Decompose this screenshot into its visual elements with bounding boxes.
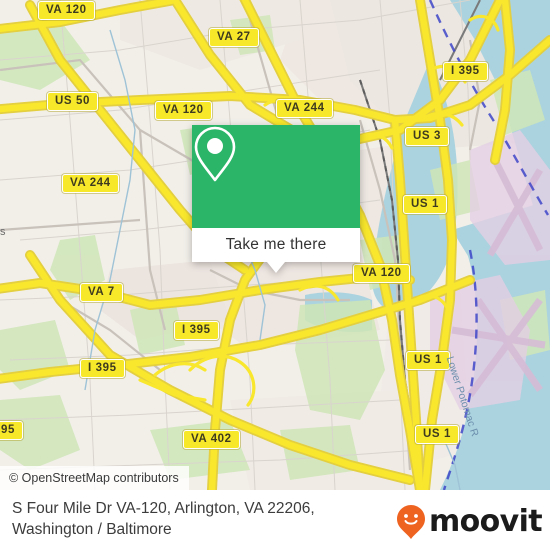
map-text-label: s: [0, 226, 6, 238]
road-shield: VA 244: [62, 174, 119, 193]
location-popup: Take me there: [192, 125, 360, 273]
footer-bar: S Four Mile Dr VA-120, Arlington, VA 222…: [0, 490, 550, 550]
road-shield: US 1: [415, 425, 459, 444]
popup-tail-pointer: [267, 262, 285, 273]
popup-image-area: [192, 125, 360, 228]
road-shield: VA 402: [183, 430, 240, 449]
road-shield: VA 27: [209, 28, 259, 47]
take-me-there-button[interactable]: Take me there: [226, 236, 327, 254]
map-canvas[interactable]: VA 120 VA 27 US 50 VA 120 VA 244 I 395 US 3 VA …: [0, 0, 550, 490]
road-shield: 395: [0, 421, 23, 440]
road-shield: US 3: [405, 127, 449, 146]
road-shield: I 395: [174, 321, 219, 340]
moovit-brand[interactable]: moovit: [396, 504, 543, 540]
road-shield: VA 120: [353, 264, 410, 283]
road-shield: US 1: [403, 195, 447, 214]
road-shield: VA 120: [38, 1, 95, 20]
road-shield: VA 120: [155, 101, 212, 120]
road-shield: I 395: [80, 359, 125, 378]
map-attribution[interactable]: © OpenStreetMap contributors: [0, 466, 189, 490]
road-shield: VA 244: [276, 99, 333, 118]
moovit-location-card: VA 120 VA 27 US 50 VA 120 VA 244 I 395 US 3 VA …: [0, 0, 550, 550]
road-shield: US 50: [47, 92, 98, 111]
location-address: S Four Mile Dr VA-120, Arlington, VA 222…: [12, 498, 402, 540]
moovit-pin-smiley-icon: [396, 505, 425, 539]
road-shield: I 395: [443, 62, 488, 81]
road-shield: VA 7: [80, 283, 123, 302]
moovit-wordmark: moovit: [428, 504, 543, 539]
map-pin-icon: [194, 126, 236, 182]
address-line-2: Washington / Baltimore: [12, 521, 172, 538]
popup-action-area[interactable]: Take me there: [192, 228, 360, 262]
address-line-1: S Four Mile Dr VA-120, Arlington, VA 222…: [12, 500, 315, 517]
